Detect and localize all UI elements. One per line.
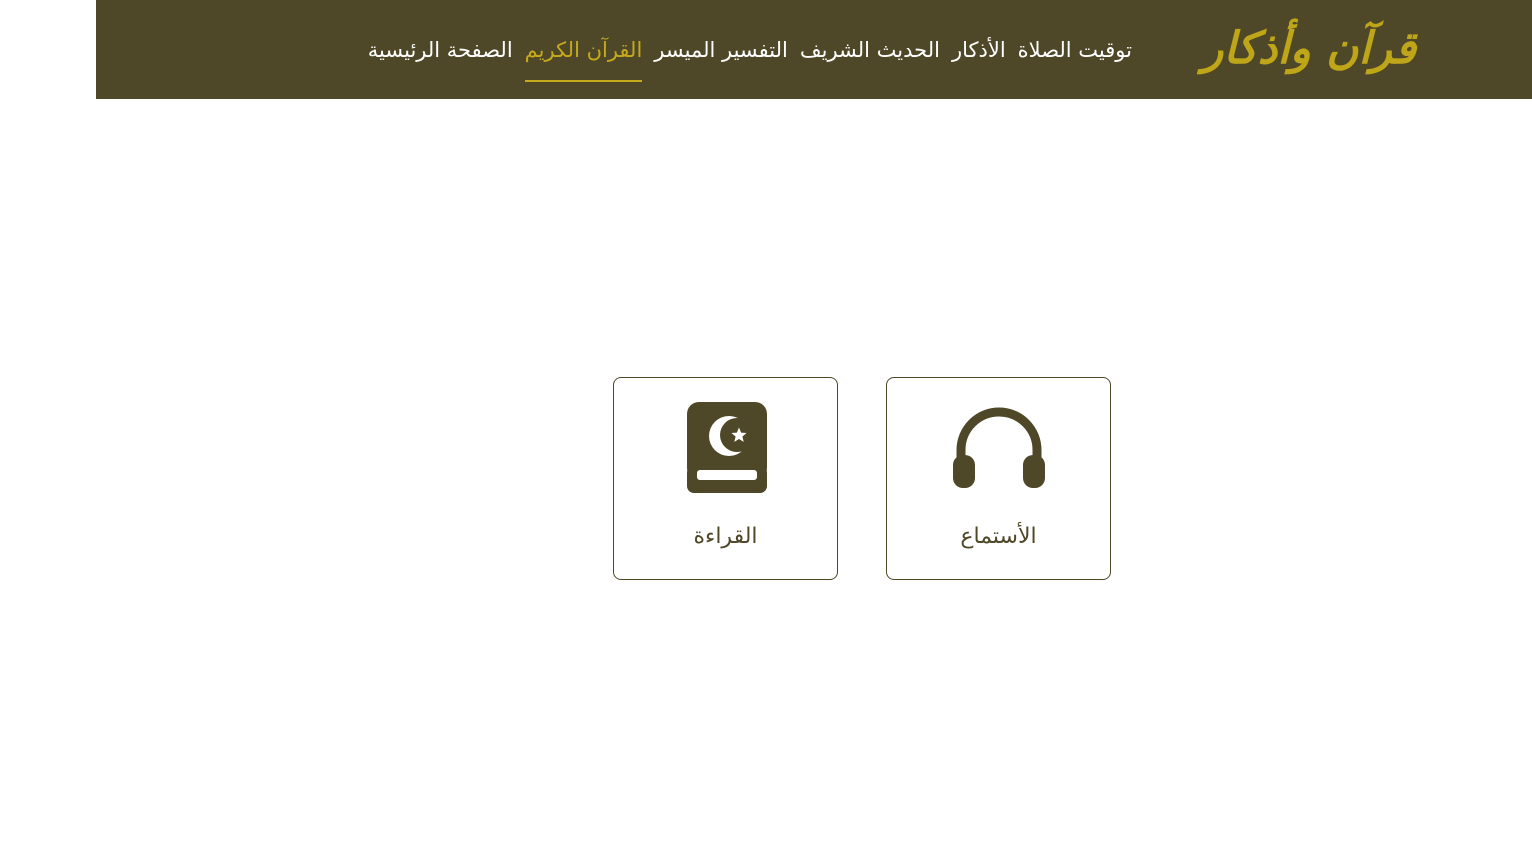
quran-book-icon	[686, 402, 767, 493]
headphones-icon	[952, 407, 1045, 488]
nav-tafsir[interactable]: التفسير الميسر	[654, 30, 788, 70]
site-logo[interactable]: قرآن وأذكار	[1202, 14, 1416, 84]
main-nav: الصفحة الرئيسية القرآن الكريم التفسير ال…	[368, 30, 1132, 82]
top-navbar: قرآن وأذكار الصفحة الرئيسية القرآن الكري…	[96, 0, 1532, 99]
listen-label: الأستماع	[960, 524, 1037, 549]
read-label: القراءة	[693, 524, 758, 549]
nav-hadith[interactable]: الحديث الشريف	[800, 30, 940, 70]
nav-quran[interactable]: القرآن الكريم	[524, 30, 642, 82]
nav-azkar[interactable]: الأذكار	[952, 30, 1006, 70]
nav-home[interactable]: الصفحة الرئيسية	[368, 30, 513, 70]
page: قرآن وأذكار الصفحة الرئيسية القرآن الكري…	[0, 0, 1532, 858]
read-card[interactable]: القراءة	[613, 377, 838, 580]
listen-card[interactable]: الأستماع	[886, 377, 1111, 580]
nav-prayer-times[interactable]: توقيت الصلاة	[1018, 30, 1132, 70]
